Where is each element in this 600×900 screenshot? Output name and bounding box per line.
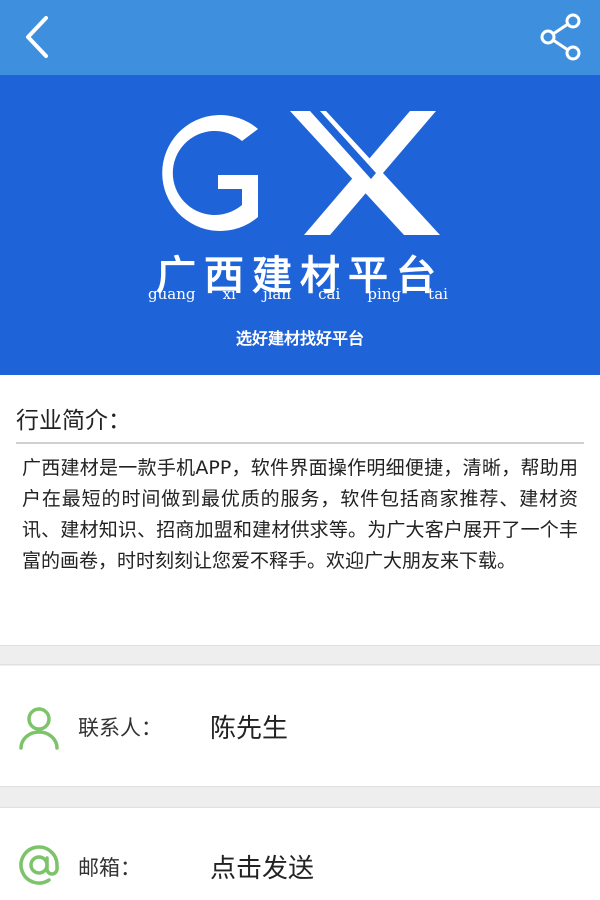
pinyin-syllable: jian bbox=[262, 285, 292, 303]
section-separator bbox=[0, 645, 600, 665]
brand-pinyin: guang xi jian cai ping tai bbox=[148, 285, 448, 303]
contact-person-row: 联系人： 陈先生 bbox=[0, 666, 600, 786]
pinyin-syllable: xi bbox=[222, 285, 236, 303]
send-email-link[interactable]: 点击发送 bbox=[210, 848, 314, 885]
contact-email-label: 邮箱： bbox=[78, 856, 141, 880]
intro-title: 行业简介： bbox=[16, 408, 131, 434]
industry-intro-card: 行业简介： 广西建材是一款手机APP，软件界面操作明细便捷，清晰，帮助用户在最短… bbox=[0, 375, 600, 645]
intro-divider bbox=[16, 442, 584, 444]
pinyin-syllable: ping bbox=[367, 285, 402, 303]
section-separator bbox=[0, 786, 600, 808]
back-button[interactable] bbox=[14, 12, 64, 62]
pinyin-syllable: guang bbox=[148, 285, 196, 303]
pinyin-syllable: tai bbox=[428, 285, 448, 303]
contact-person-value: 陈先生 bbox=[210, 714, 289, 744]
top-app-bar bbox=[0, 0, 600, 75]
pinyin-syllable: cai bbox=[318, 285, 341, 303]
gx-logo bbox=[162, 111, 440, 235]
contact-person-label: 联系人： bbox=[78, 716, 162, 740]
contact-email-row[interactable]: 邮箱： 点击发送 bbox=[0, 808, 600, 900]
at-sign-icon bbox=[19, 845, 59, 885]
user-icon bbox=[19, 707, 59, 750]
brand-slogan: 选好建材找好平台 bbox=[235, 329, 364, 348]
brand-banner: 广西建材平台 guang xi jian cai ping tai 选好建材找好… bbox=[0, 75, 600, 375]
share-button[interactable] bbox=[536, 12, 586, 62]
share-icon bbox=[540, 13, 581, 61]
intro-body: 广西建材是一款手机APP，软件界面操作明细便捷，清晰，帮助用户在最短的时间做到最… bbox=[22, 457, 578, 572]
chevron-left-icon bbox=[26, 16, 48, 58]
